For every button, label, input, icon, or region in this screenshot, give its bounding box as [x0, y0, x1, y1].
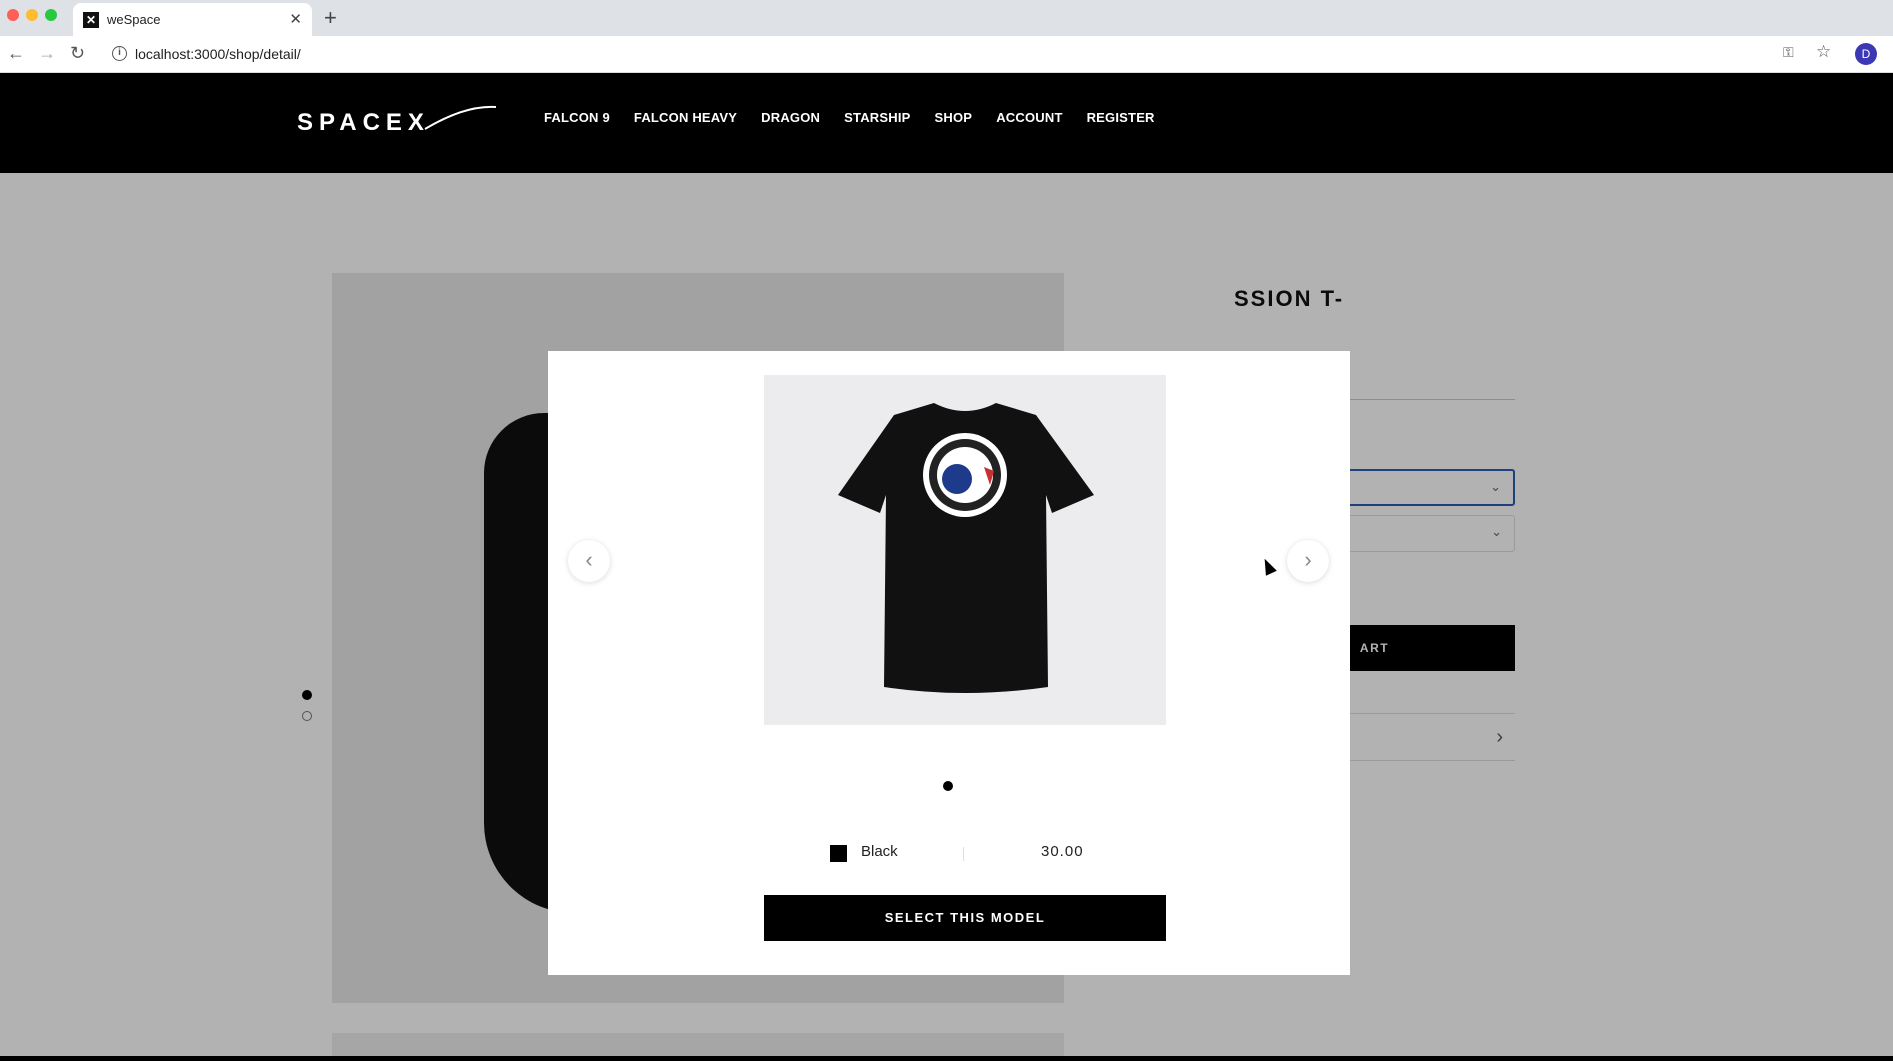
tshirt-image	[838, 403, 1094, 693]
previous-image-button[interactable]: ‹	[568, 540, 610, 582]
spacex-logo[interactable]: SPACEX	[297, 103, 497, 137]
next-image-button[interactable]: ›	[1287, 540, 1329, 582]
tab-title: weSpace	[107, 12, 161, 27]
page-viewport: SPACEX FALCON 9 FALCON HEAVY DRAGON STAR…	[0, 73, 1893, 1056]
variant-price: 30.00	[1041, 843, 1084, 860]
nav-starship[interactable]: STARSHIP	[844, 110, 910, 125]
main-nav: FALCON 9 FALCON HEAVY DRAGON STARSHIP SH…	[544, 110, 1155, 125]
reload-icon[interactable]: ↻	[70, 43, 85, 64]
close-tab-icon[interactable]: ✕	[289, 10, 302, 28]
logo-text: SPACEX	[297, 109, 430, 136]
minimize-window-button[interactable]	[26, 9, 38, 21]
select-this-model-button[interactable]: SELECT THIS MODEL	[764, 895, 1166, 941]
nav-dragon[interactable]: DRAGON	[761, 110, 820, 125]
carousel-dot-active[interactable]	[943, 781, 953, 791]
close-window-button[interactable]	[7, 9, 19, 21]
bottom-strip	[0, 1056, 1893, 1061]
favicon-icon: ✕	[83, 12, 99, 28]
modal-product-image	[764, 375, 1166, 725]
profile-avatar[interactable]: D	[1855, 43, 1877, 65]
nav-falcon-heavy[interactable]: FALCON HEAVY	[634, 110, 737, 125]
nav-register[interactable]: REGISTER	[1087, 110, 1155, 125]
variant-color: Black	[861, 843, 898, 860]
modal-backdrop[interactable]: ‹ › Black 30.00 SELECT THIS MODEL	[0, 173, 1893, 1056]
model-select-modal: ‹ › Black 30.00 SELECT THIS MODEL	[548, 351, 1350, 975]
forward-icon[interactable]: →	[38, 43, 56, 64]
nav-account[interactable]: ACCOUNT	[996, 110, 1062, 125]
browser-tab-bar: ✕ weSpace ✕ +	[0, 0, 1893, 36]
new-tab-icon[interactable]: +	[324, 5, 337, 31]
key-icon[interactable]: ⚿	[1783, 44, 1794, 61]
info-icon[interactable]: i	[112, 46, 127, 61]
nav-falcon-9[interactable]: FALCON 9	[544, 110, 610, 125]
nav-shop[interactable]: SHOP	[935, 110, 973, 125]
browser-tab[interactable]: ✕ weSpace ✕	[73, 3, 312, 36]
back-icon[interactable]: ←	[7, 43, 25, 64]
bookmark-star-icon[interactable]: ☆	[1816, 42, 1831, 62]
separator	[963, 847, 964, 861]
browser-toolbar: ← → ↻ i localhost:3000/shop/detail/ ⚿ ☆ …	[0, 36, 1893, 73]
address-bar[interactable]: i localhost:3000/shop/detail/	[104, 41, 1804, 68]
url-text[interactable]: localhost:3000/shop/detail/	[135, 46, 301, 62]
site-header: SPACEX FALCON 9 FALCON HEAVY DRAGON STAR…	[0, 73, 1893, 173]
zoom-window-button[interactable]	[45, 9, 57, 21]
color-swatch	[830, 845, 847, 862]
